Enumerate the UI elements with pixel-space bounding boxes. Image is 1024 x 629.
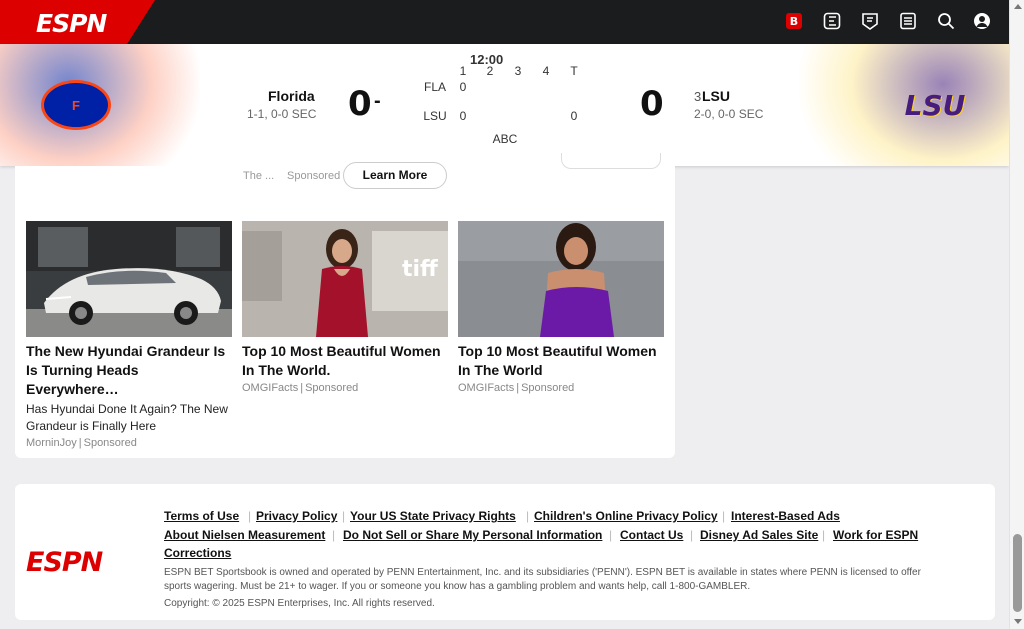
footer-separator: | [332,528,336,542]
learn-more-button[interactable]: Learn More [343,162,447,189]
linescore-cell: 0 [570,109,578,123]
watch-icon[interactable] [861,12,879,30]
copyright: Copyright: © 2025 ESPN Enterprises, Inc.… [164,598,435,609]
scores-icon[interactable] [899,12,917,30]
score-separator: - [374,90,381,112]
linescore-header: T [570,64,578,78]
svg-text:tiff: tiff [402,257,439,282]
ad-meta: OMGIFacts | Sponsored [242,382,359,394]
ad-image-woman-purple-dress[interactable] [458,221,664,337]
footer-separator: | [526,509,530,523]
do-not-sell-link[interactable]: Do Not Sell or Share My Personal Informa… [343,528,602,542]
childrens-privacy-link[interactable]: Children's Online Privacy Policy [534,509,718,523]
away-team-name[interactable]: Florida [268,88,315,104]
linescore-team: LSU [423,109,447,123]
home-team-rank: 3 [694,89,702,104]
svg-text:B: B [790,15,798,28]
away-team-score: 0 [348,84,372,124]
ad-source: OMGIFacts [242,382,299,394]
lsu-logo[interactable]: LSU [897,68,973,142]
page-scrollbar[interactable] [1009,0,1024,629]
corrections-link[interactable]: Corrections [164,546,231,560]
linescore-cell: 0 [459,80,467,94]
away-team-record: 1-1, 0-0 SEC [247,107,317,121]
scroll-up-arrow-icon[interactable] [1014,4,1022,9]
footer-separator: | [722,509,726,523]
ad-title[interactable]: The New Hyundai Grandeur Is Is Turning H… [26,342,232,399]
ad-image-car[interactable] [26,221,232,337]
footer [15,484,995,620]
us-state-privacy-link[interactable]: Your US State Privacy Rights [350,509,516,523]
ad-source: MorninJoy [26,437,77,449]
ad-meta: MorninJoy | Sponsored [26,437,137,449]
scroll-thumb[interactable] [1013,534,1022,612]
profile-icon[interactable] [973,12,991,30]
footer-separator: | [248,509,252,523]
tv-network: ABC [492,132,518,146]
ad-card[interactable]: tiff Top 10 Most Beautiful Women In The … [242,221,448,394]
footer-separator: | [822,528,826,542]
promo-sponsored-label: Sponsored [287,170,341,182]
ad-card[interactable]: Top 10 Most Beautiful Women In The World… [458,221,664,394]
espn-bet-icon[interactable]: B [785,12,803,30]
linescore-team: FLA [423,80,446,94]
partial-button[interactable] [561,153,661,169]
promo-text[interactable]: The ... [243,170,274,182]
ad-sponsored: Sponsored [521,382,575,394]
home-team-name[interactable]: LSU [702,88,730,104]
ad-sponsored: Sponsored [305,382,359,394]
espn-logo[interactable]: ESPN [36,9,107,38]
lsu-wordmark: LSU [904,88,966,122]
top-nav: ESPN B [0,0,1009,44]
scroll-down-arrow-icon[interactable] [1014,619,1022,624]
scoreboard: F Florida 1-1, 0-0 SEC 0 - 12:00 1 2 3 4… [0,44,1009,166]
footer-separator: | [690,528,694,542]
ad-description[interactable]: Has Hyundai Done It Again? The New Grand… [26,401,232,435]
work-for-espn-link[interactable]: Work for ESPN [833,528,918,542]
linescore-cell: 0 [459,109,467,123]
search-icon[interactable] [937,12,955,30]
terms-of-use-link[interactable]: Terms of Use [164,509,239,523]
ad-sponsored: Sponsored [83,437,137,449]
home-team-record: 2-0, 0-0 SEC [694,107,764,121]
gator-icon-letter: F [72,97,80,113]
linescore-header: 3 [514,64,522,78]
linescore-header: 2 [486,64,494,78]
footer-separator: | [342,509,346,523]
contact-us-link[interactable]: Contact Us [620,528,683,542]
legal-disclaimer: ESPN BET Sportsbook is owned and operate… [164,567,921,592]
ad-card[interactable]: The New Hyundai Grandeur Is Is Turning H… [26,221,232,449]
fantasy-icon[interactable] [823,12,841,30]
footer-espn-logo[interactable]: ESPN [26,547,103,578]
florida-logo[interactable]: F [38,68,114,142]
footer-separator: | [609,528,613,542]
ad-meta: OMGIFacts | Sponsored [458,382,575,394]
home-team-score: 0 [640,84,664,124]
ad-source: OMGIFacts [458,382,515,394]
ad-title[interactable]: Top 10 Most Beautiful Women In The World [458,342,664,380]
linescore-header: 1 [459,64,467,78]
interest-based-ads-link[interactable]: Interest-Based Ads [731,509,840,523]
nielsen-link[interactable]: About Nielsen Measurement [164,528,325,542]
disney-ad-sales-link[interactable]: Disney Ad Sales Site [700,528,818,542]
gator-icon: F [41,80,111,130]
privacy-policy-link[interactable]: Privacy Policy [256,509,337,523]
ad-title[interactable]: Top 10 Most Beautiful Women In The World… [242,342,448,380]
linescore-header: 4 [542,64,550,78]
ad-image-woman-red-dress[interactable]: tiff [242,221,448,337]
